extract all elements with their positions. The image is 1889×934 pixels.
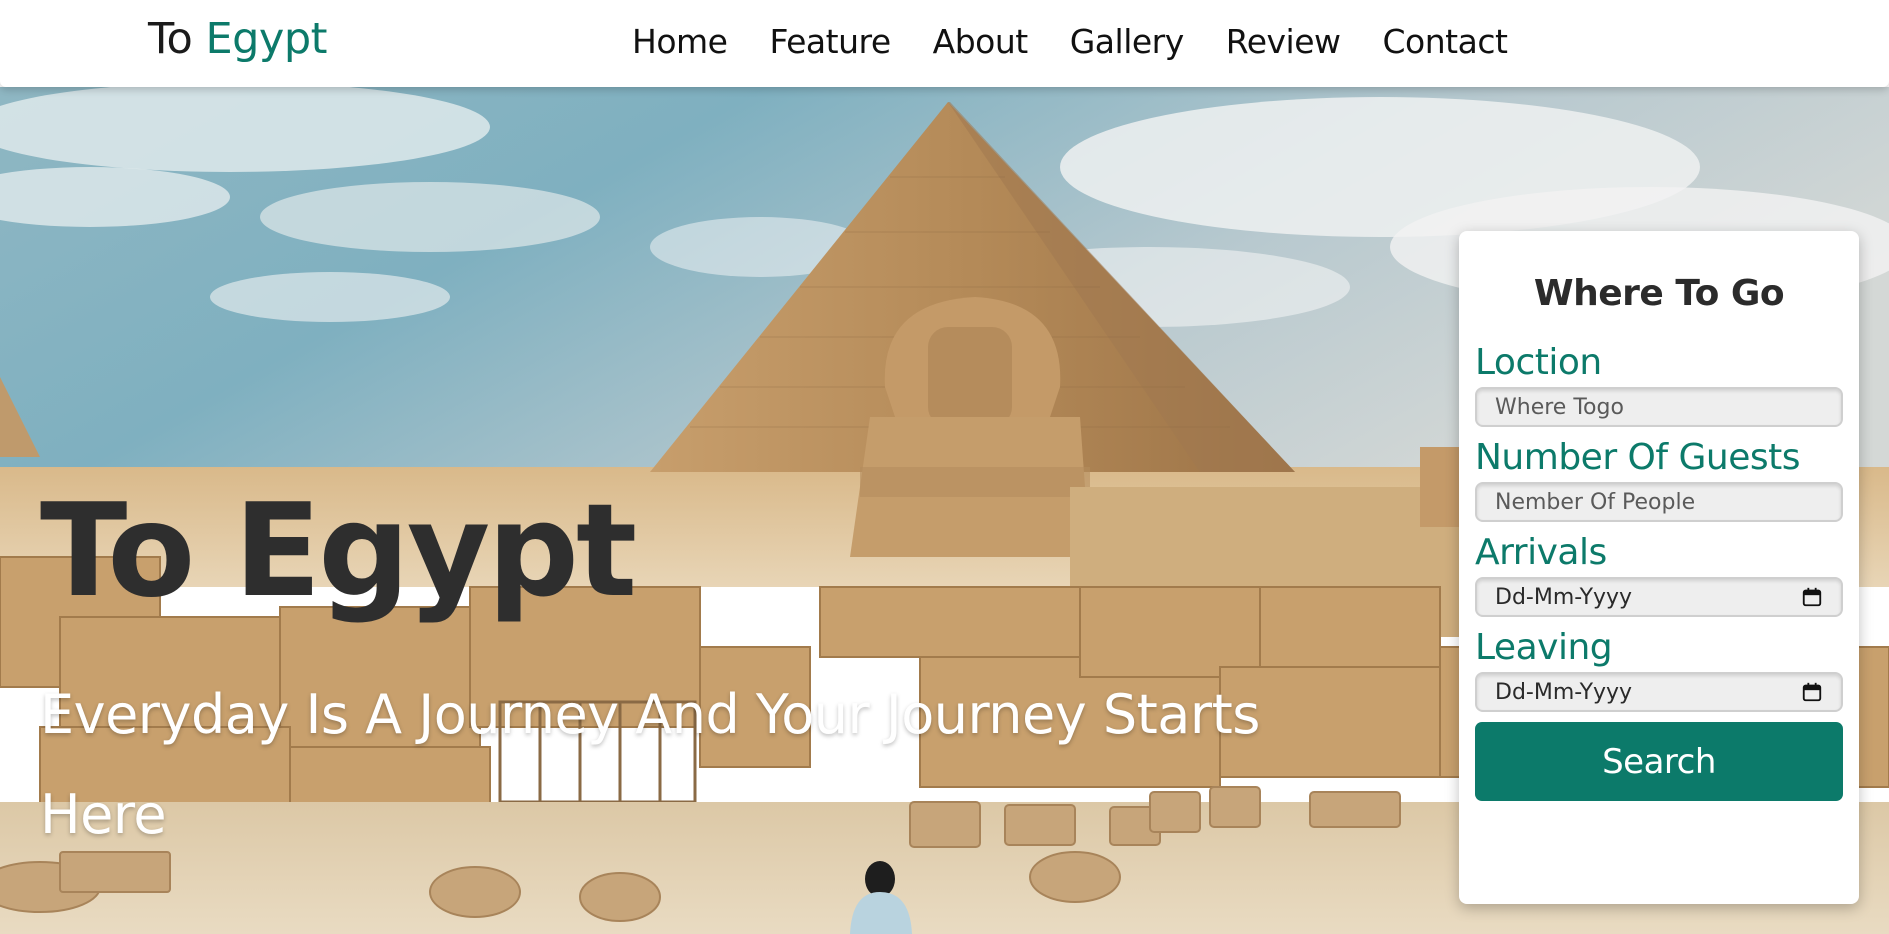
arrivals-label: Arrivals [1475, 532, 1607, 573]
arrivals-date-value: Dd-Mm-Yyyy [1495, 584, 1633, 610]
guests-input[interactable]: Nember Of People [1475, 482, 1843, 522]
logo-accent: Egypt [205, 14, 328, 64]
booking-form: Where To Go Loction Where Togo Number Of… [1459, 231, 1859, 904]
location-input[interactable]: Where Togo [1475, 387, 1843, 427]
leaving-label: Leaving [1475, 627, 1613, 668]
leaving-date-input[interactable]: Dd-Mm-Yyyy [1475, 672, 1843, 712]
site-header: To Egypt Home Feature About Gallery Revi… [0, 0, 1889, 87]
search-button[interactable]: Search [1475, 722, 1843, 801]
main-nav: Home Feature About Gallery Review Contac… [632, 22, 1549, 61]
logo[interactable]: To Egypt [148, 14, 328, 64]
nav-home[interactable]: Home [632, 22, 728, 61]
hero-subtitle: Everyday Is A Journey And Your Journey S… [40, 683, 1260, 846]
logo-prefix: To [148, 14, 193, 64]
guests-placeholder: Nember Of People [1495, 489, 1696, 515]
location-placeholder: Where Togo [1495, 394, 1624, 420]
location-label: Loction [1475, 342, 1602, 383]
hero-title: To Egypt [40, 477, 637, 626]
nav-contact[interactable]: Contact [1383, 22, 1508, 61]
arrivals-date-input[interactable]: Dd-Mm-Yyyy [1475, 577, 1843, 617]
nav-gallery[interactable]: Gallery [1070, 22, 1185, 61]
guests-label: Number Of Guests [1475, 437, 1801, 478]
form-title: Where To Go [1533, 273, 1785, 314]
calendar-icon[interactable] [1801, 681, 1823, 703]
nav-about[interactable]: About [933, 22, 1029, 61]
nav-review[interactable]: Review [1226, 22, 1341, 61]
nav-feature[interactable]: Feature [769, 22, 891, 61]
leaving-date-value: Dd-Mm-Yyyy [1495, 679, 1633, 705]
calendar-icon[interactable] [1801, 586, 1823, 608]
